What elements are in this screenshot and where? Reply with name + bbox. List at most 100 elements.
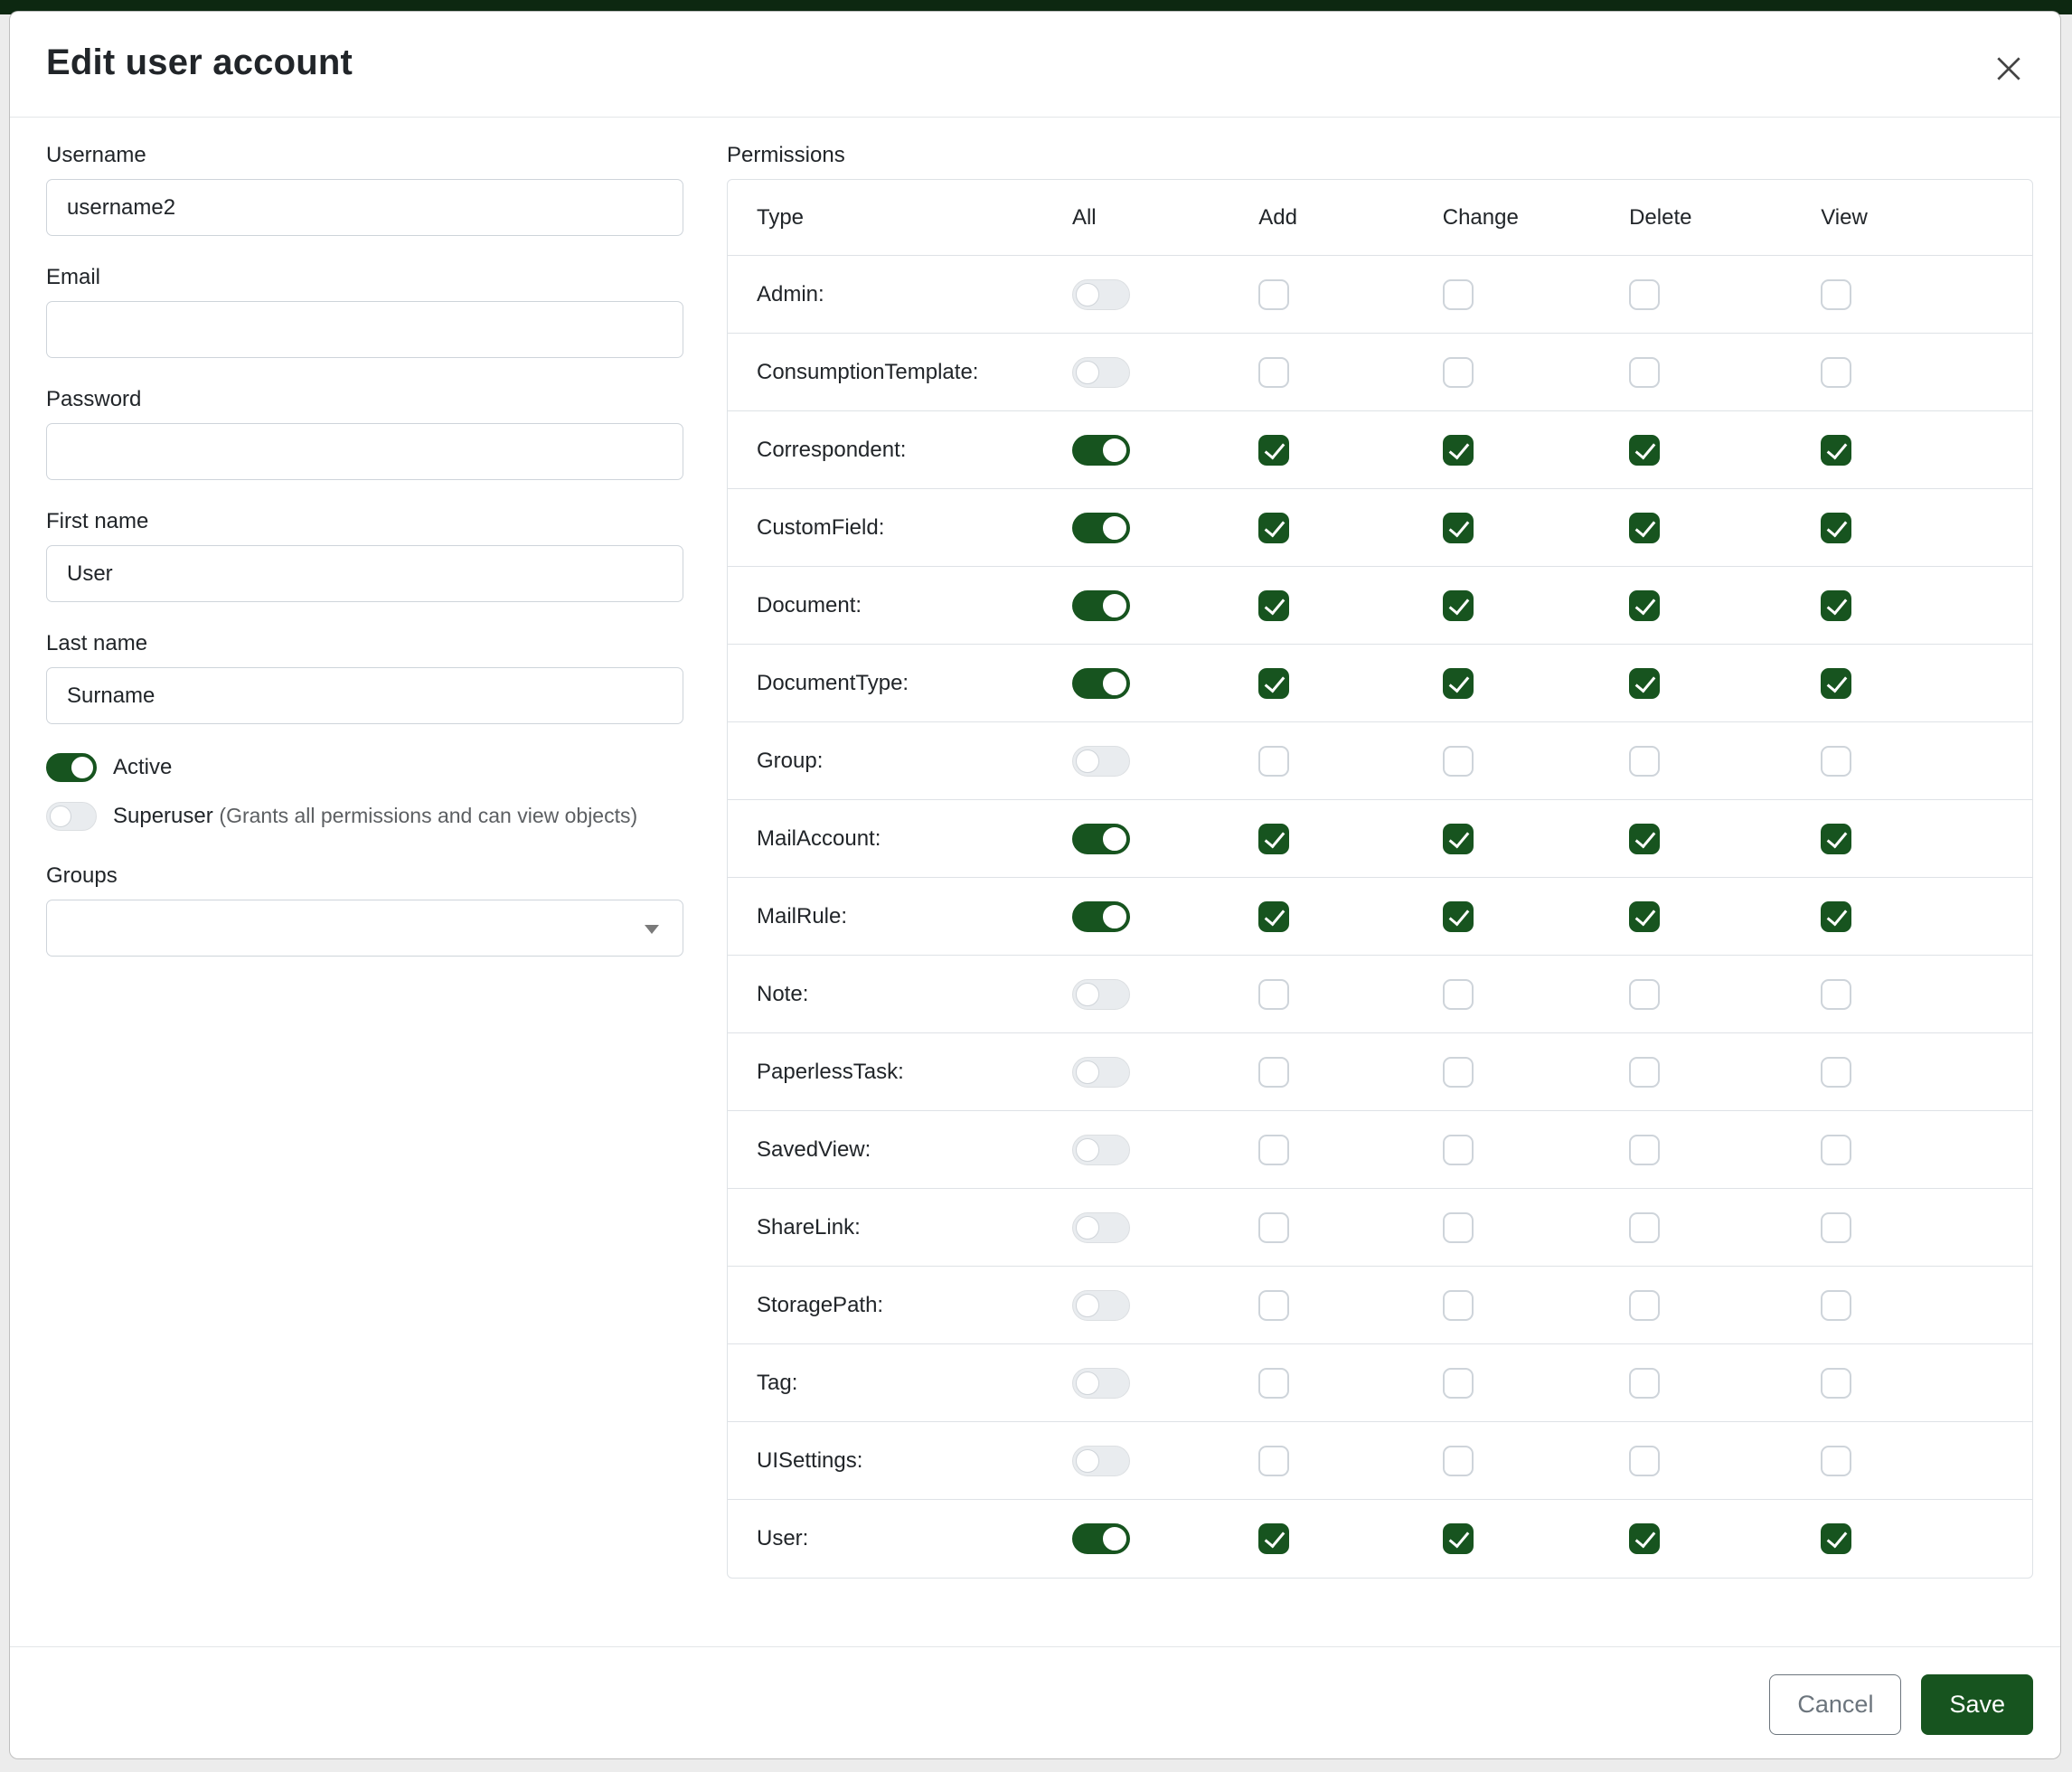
permission-delete-checkbox[interactable]: [1629, 357, 1660, 388]
permission-change-checkbox[interactable]: [1443, 1135, 1474, 1165]
permission-add-checkbox[interactable]: [1258, 1446, 1289, 1476]
permission-delete-checkbox[interactable]: [1629, 746, 1660, 777]
permission-all-toggle[interactable]: [1072, 1057, 1130, 1088]
permission-change-checkbox[interactable]: [1443, 1057, 1474, 1088]
permission-view-checkbox[interactable]: [1821, 1290, 1851, 1321]
permission-add-checkbox[interactable]: [1258, 1368, 1289, 1399]
permission-view-checkbox[interactable]: [1821, 901, 1851, 932]
permission-view-checkbox[interactable]: [1821, 746, 1851, 777]
groups-select[interactable]: [46, 900, 683, 957]
permission-all-toggle[interactable]: [1072, 1212, 1130, 1243]
permission-delete-checkbox[interactable]: [1629, 1212, 1660, 1243]
permission-change-checkbox[interactable]: [1443, 1446, 1474, 1476]
password-input[interactable]: [46, 423, 683, 480]
email-input[interactable]: [46, 301, 683, 358]
permission-view-checkbox[interactable]: [1821, 1135, 1851, 1165]
cancel-button[interactable]: Cancel: [1769, 1674, 1901, 1735]
permission-view-checkbox[interactable]: [1821, 590, 1851, 621]
permission-view-checkbox[interactable]: [1821, 1212, 1851, 1243]
permission-all-toggle[interactable]: [1072, 590, 1130, 621]
permission-add-checkbox[interactable]: [1258, 513, 1289, 543]
permission-add-checkbox[interactable]: [1258, 1057, 1289, 1088]
permission-view-checkbox[interactable]: [1821, 668, 1851, 699]
permission-all-toggle[interactable]: [1072, 746, 1130, 777]
permission-all-toggle[interactable]: [1072, 1523, 1130, 1554]
permission-add-checkbox[interactable]: [1258, 901, 1289, 932]
save-button[interactable]: Save: [1921, 1674, 2033, 1735]
permission-delete-checkbox[interactable]: [1629, 1290, 1660, 1321]
username-input[interactable]: [46, 179, 683, 236]
first-name-field-group: First name: [46, 509, 683, 602]
permission-change-checkbox[interactable]: [1443, 824, 1474, 854]
permission-delete-checkbox[interactable]: [1629, 979, 1660, 1010]
permission-change-checkbox[interactable]: [1443, 435, 1474, 466]
permission-add-checkbox[interactable]: [1258, 1212, 1289, 1243]
permission-change-checkbox[interactable]: [1443, 901, 1474, 932]
permission-all-toggle[interactable]: [1072, 435, 1130, 466]
permission-add-checkbox[interactable]: [1258, 279, 1289, 310]
permission-view-checkbox[interactable]: [1821, 435, 1851, 466]
permission-delete-checkbox[interactable]: [1629, 1523, 1660, 1554]
permission-add-checkbox[interactable]: [1258, 1290, 1289, 1321]
toggle-knob: [1076, 983, 1099, 1006]
permission-all-toggle[interactable]: [1072, 901, 1130, 932]
permission-delete-checkbox[interactable]: [1629, 824, 1660, 854]
permission-change-checkbox[interactable]: [1443, 668, 1474, 699]
permission-all-toggle[interactable]: [1072, 279, 1130, 310]
permission-delete-checkbox[interactable]: [1629, 1368, 1660, 1399]
permission-change-checkbox[interactable]: [1443, 1290, 1474, 1321]
permission-view-checkbox[interactable]: [1821, 1057, 1851, 1088]
permission-change-checkbox[interactable]: [1443, 979, 1474, 1010]
permission-view-checkbox[interactable]: [1821, 1368, 1851, 1399]
permission-delete-checkbox[interactable]: [1629, 590, 1660, 621]
permission-view-checkbox[interactable]: [1821, 279, 1851, 310]
permission-view-checkbox[interactable]: [1821, 824, 1851, 854]
permission-delete-checkbox[interactable]: [1629, 668, 1660, 699]
permission-view-checkbox[interactable]: [1821, 357, 1851, 388]
permission-delete-checkbox[interactable]: [1629, 1446, 1660, 1476]
first-name-input[interactable]: [46, 545, 683, 602]
permission-add-checkbox[interactable]: [1258, 1135, 1289, 1165]
permission-all-toggle[interactable]: [1072, 1446, 1130, 1476]
permission-all-toggle[interactable]: [1072, 1368, 1130, 1399]
permission-delete-checkbox[interactable]: [1629, 1057, 1660, 1088]
permission-change-checkbox[interactable]: [1443, 513, 1474, 543]
permission-delete-checkbox[interactable]: [1629, 435, 1660, 466]
close-button[interactable]: [1988, 48, 2030, 90]
last-name-input[interactable]: [46, 667, 683, 724]
permission-add-checkbox[interactable]: [1258, 435, 1289, 466]
permission-view-checkbox[interactable]: [1821, 1523, 1851, 1554]
permission-add-checkbox[interactable]: [1258, 590, 1289, 621]
permission-add-checkbox[interactable]: [1258, 1523, 1289, 1554]
permission-change-checkbox[interactable]: [1443, 1368, 1474, 1399]
permission-delete-checkbox[interactable]: [1629, 279, 1660, 310]
permission-view-checkbox[interactable]: [1821, 1446, 1851, 1476]
permission-all-toggle[interactable]: [1072, 668, 1130, 699]
permission-change-checkbox[interactable]: [1443, 746, 1474, 777]
permission-view-checkbox[interactable]: [1821, 513, 1851, 543]
permission-add-checkbox[interactable]: [1258, 824, 1289, 854]
permission-all-toggle[interactable]: [1072, 1135, 1130, 1165]
permission-all-toggle[interactable]: [1072, 513, 1130, 543]
toggle-knob: [50, 806, 71, 827]
superuser-toggle[interactable]: [46, 802, 97, 831]
permission-view-checkbox[interactable]: [1821, 979, 1851, 1010]
permission-all-toggle[interactable]: [1072, 357, 1130, 388]
permission-delete-checkbox[interactable]: [1629, 901, 1660, 932]
permission-delete-checkbox[interactable]: [1629, 1135, 1660, 1165]
permission-change-checkbox[interactable]: [1443, 590, 1474, 621]
permission-add-checkbox[interactable]: [1258, 357, 1289, 388]
permission-change-checkbox[interactable]: [1443, 357, 1474, 388]
permission-all-toggle[interactable]: [1072, 824, 1130, 854]
permission-type-label: Correspondent:: [728, 411, 1072, 489]
permission-change-checkbox[interactable]: [1443, 1523, 1474, 1554]
permission-add-checkbox[interactable]: [1258, 979, 1289, 1010]
permission-all-toggle[interactable]: [1072, 1290, 1130, 1321]
permission-all-toggle[interactable]: [1072, 979, 1130, 1010]
permission-change-checkbox[interactable]: [1443, 279, 1474, 310]
permission-add-checkbox[interactable]: [1258, 746, 1289, 777]
permission-add-checkbox[interactable]: [1258, 668, 1289, 699]
permission-change-checkbox[interactable]: [1443, 1212, 1474, 1243]
permission-delete-checkbox[interactable]: [1629, 513, 1660, 543]
active-toggle[interactable]: [46, 753, 97, 782]
